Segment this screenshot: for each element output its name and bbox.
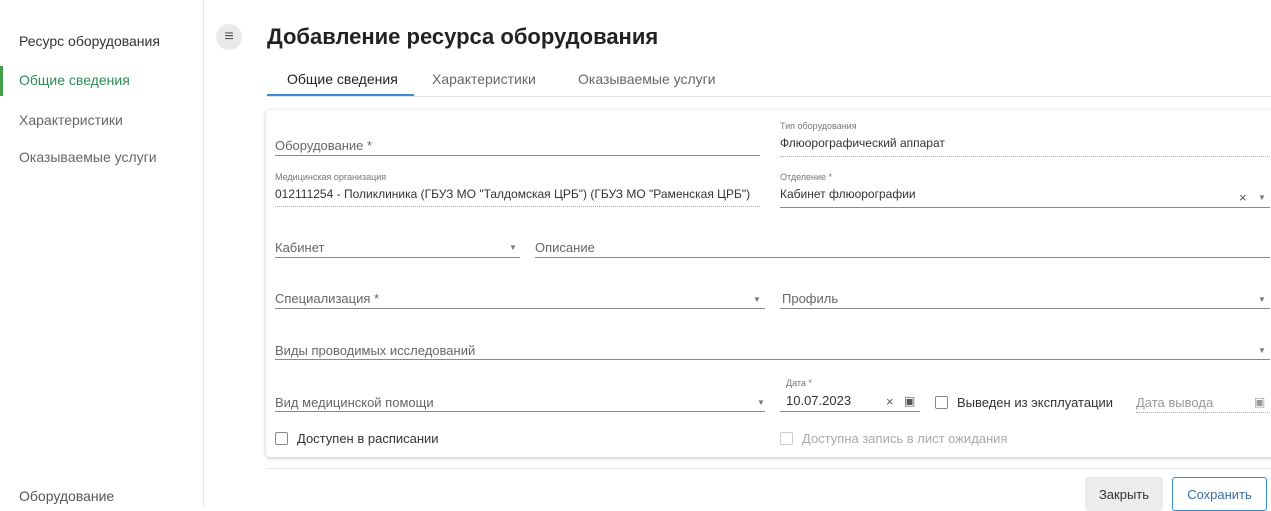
med-org-value: 012111254 - Поликлиника (ГБУЗ МО "Талдом… <box>275 187 751 201</box>
tab-characteristics[interactable]: Характеристики <box>432 71 536 87</box>
department-label: Отделение * <box>780 172 833 182</box>
footer-divider <box>266 468 1271 469</box>
equipment-type-label: Тип оборудования <box>780 121 857 131</box>
sidebar-item-services[interactable]: Оказываемые услуги <box>19 149 157 165</box>
schedule-label: Доступен в расписании <box>297 431 439 446</box>
sidebar-item-equipment[interactable]: Оборудование <box>19 488 114 504</box>
date-field[interactable] <box>780 411 920 412</box>
tabs-divider <box>267 96 1271 97</box>
sidebar-item-general[interactable]: Общие сведения <box>19 72 130 88</box>
sidebar-active-marker <box>0 66 3 96</box>
department-select[interactable] <box>780 207 1270 208</box>
cabinet-chevron-down-icon[interactable]: ▼ <box>509 243 517 252</box>
decommission-date-label: Дата вывода <box>1136 395 1214 410</box>
sidebar: Ресурс оборудования Общие сведения Харак… <box>0 0 204 506</box>
description-field[interactable] <box>535 257 1270 258</box>
profile-label: Профиль <box>782 291 839 306</box>
care-type-select[interactable] <box>275 411 765 412</box>
research-types-label: Виды проводимых исследований <box>275 343 476 358</box>
waitlist-label: Доступна запись в лист ожидания <box>802 431 1008 446</box>
med-org-label: Медицинская организация <box>275 172 387 182</box>
hamburger-icon[interactable]: ≡ <box>216 24 242 50</box>
cabinet-label: Кабинет <box>275 240 325 255</box>
calendar-icon[interactable]: ▣ <box>904 394 915 408</box>
equipment-field[interactable] <box>275 155 760 156</box>
waitlist-checkbox[interactable] <box>780 432 793 445</box>
care-type-label: Вид медицинской помощи <box>275 395 434 410</box>
specialization-label: Специализация * <box>275 291 380 306</box>
decommissioned-checkbox[interactable] <box>935 396 948 409</box>
page-title: Добавление ресурса оборудования <box>267 24 659 49</box>
med-org-underline <box>275 206 760 207</box>
decommission-calendar-icon[interactable]: ▣ <box>1254 395 1265 409</box>
cabinet-select[interactable] <box>275 257 520 258</box>
department-chevron-down-icon[interactable]: ▼ <box>1258 193 1266 202</box>
sidebar-item-characteristics[interactable]: Характеристики <box>19 112 123 128</box>
tab-general[interactable]: Общие сведения <box>287 71 398 87</box>
equipment-type-underline <box>780 156 1270 157</box>
care-type-chevron-down-icon[interactable]: ▼ <box>757 398 765 407</box>
research-types-select[interactable] <box>275 359 1270 360</box>
description-label: Описание <box>535 240 595 255</box>
profile-chevron-down-icon[interactable]: ▼ <box>1258 295 1266 304</box>
equipment-type-value: Флюорографический аппарат <box>780 136 945 150</box>
active-tab-indicator <box>267 94 414 96</box>
date-label: Дата * <box>786 378 812 388</box>
date-value: 10.07.2023 <box>786 393 852 408</box>
research-types-chevron-down-icon[interactable]: ▼ <box>1258 346 1266 355</box>
decommissioned-label: Выведен из эксплуатации <box>957 395 1114 410</box>
profile-select[interactable] <box>780 308 1270 309</box>
schedule-checkbox[interactable] <box>275 432 288 445</box>
date-clear-icon[interactable]: × <box>886 394 894 409</box>
equipment-field-label: Оборудование * <box>275 138 373 153</box>
department-clear-icon[interactable]: × <box>1239 190 1247 205</box>
specialization-chevron-down-icon[interactable]: ▼ <box>753 295 761 304</box>
decommission-date-field[interactable] <box>1136 412 1270 413</box>
tab-services[interactable]: Оказываемые услуги <box>578 71 716 87</box>
department-value: Кабинет флюорографии <box>780 187 916 201</box>
sidebar-title: Ресурс оборудования <box>19 33 160 49</box>
specialization-select[interactable] <box>275 308 765 309</box>
